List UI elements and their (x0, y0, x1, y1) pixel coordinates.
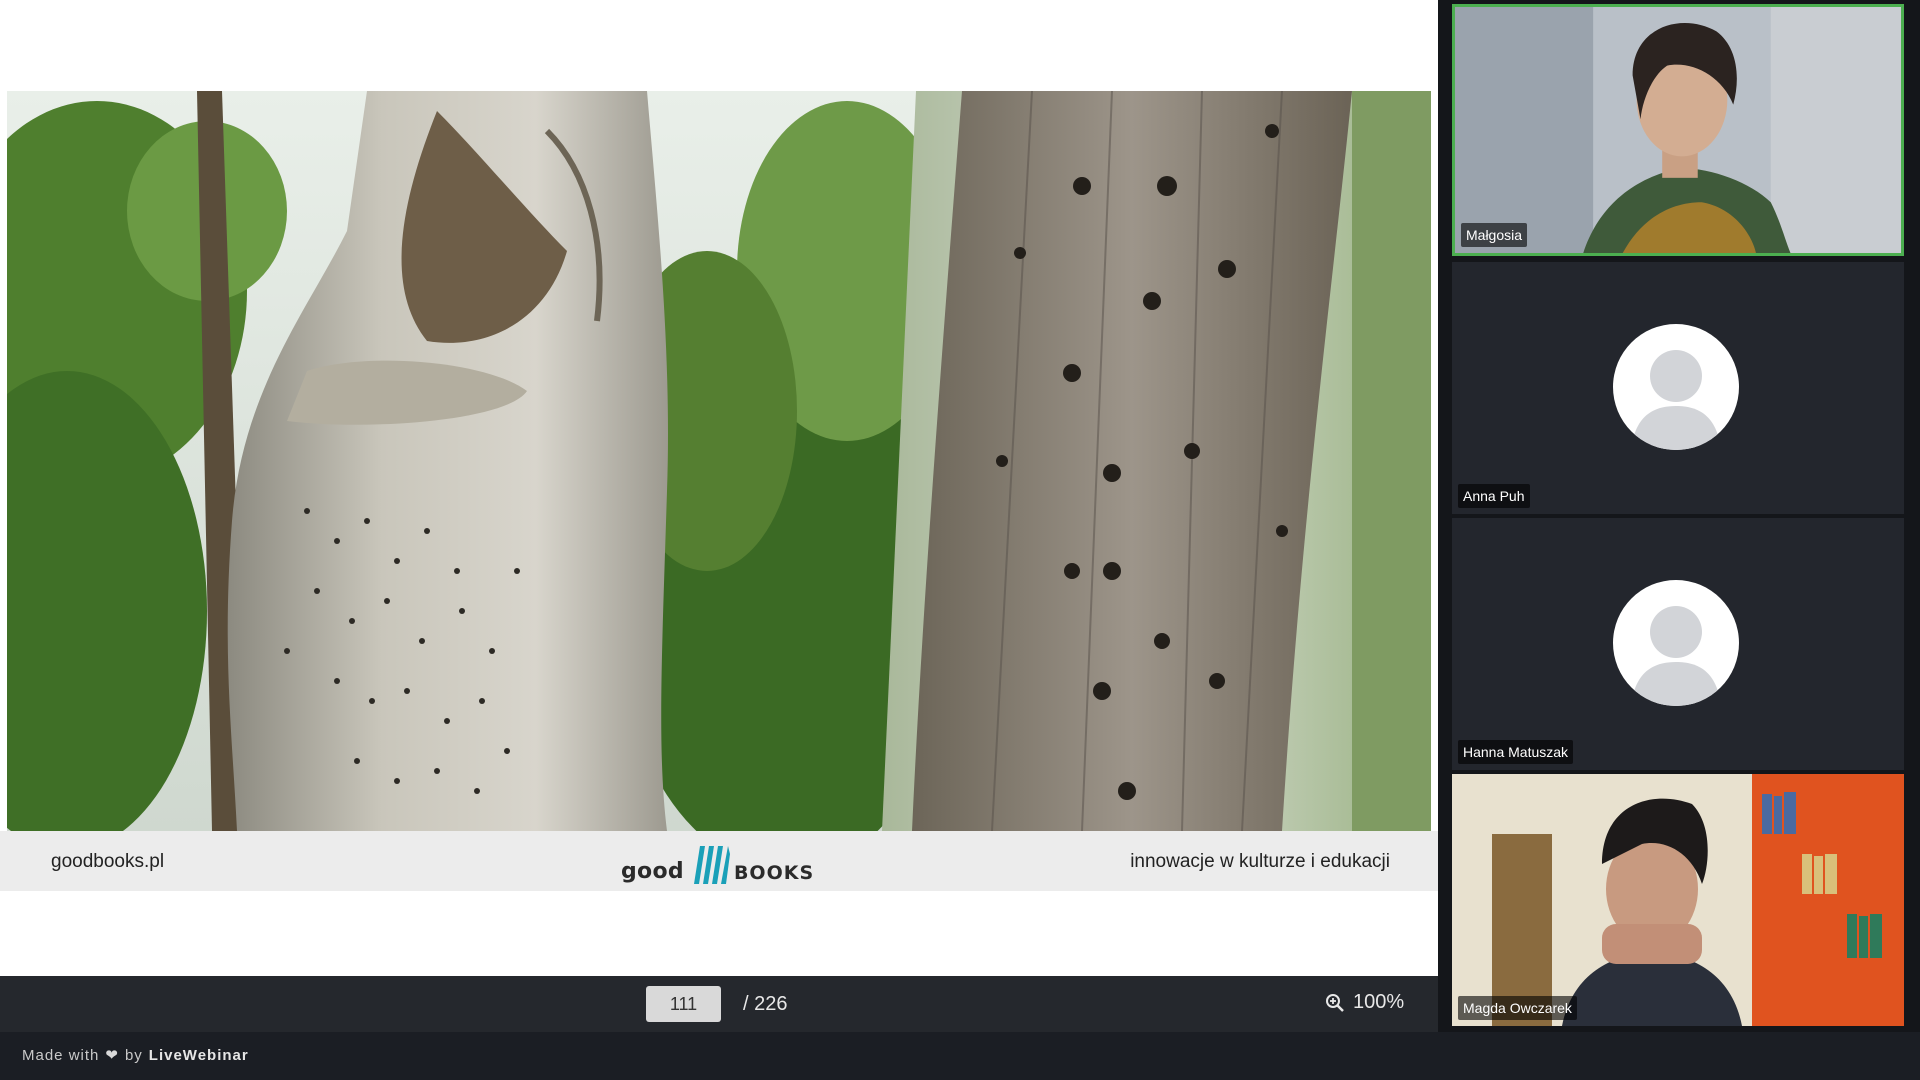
tree-photo-left (7, 91, 917, 831)
participant-tile-anna-puh[interactable]: Anna Puh (1452, 262, 1904, 514)
page-number-input[interactable] (646, 986, 721, 1022)
page-total: / 226 (743, 993, 788, 1015)
zoom-control[interactable]: 100% (1325, 991, 1404, 1014)
slide-footer: goodbooks.pl good BOOKS innowacje w kult… (0, 831, 1438, 891)
credit-by: by (124, 1046, 143, 1064)
participant-name: Hanna Matuszak (1458, 740, 1574, 764)
zoom-level: 100% (1353, 991, 1405, 1013)
credit-bar: Made with ❤ by LiveWebinar (0, 1032, 1920, 1080)
participant-video (1455, 7, 1901, 253)
zoom-in-icon[interactable] (1325, 993, 1345, 1013)
participant-tile-hanna-matuszak[interactable]: Hanna Matuszak (1452, 518, 1904, 770)
user-placeholder-icon (1613, 324, 1739, 450)
credit-brand: LiveWebinar (148, 1046, 249, 1064)
presentation-slide: goodbooks.pl good BOOKS innowacje w kult… (0, 0, 1438, 976)
footer-website: goodbooks.pl (51, 851, 165, 872)
participant-tile-malgosia[interactable]: Małgosia (1452, 4, 1904, 256)
heart-icon: ❤ (105, 1047, 119, 1064)
webinar-app: goodbooks.pl good BOOKS innowacje w kult… (0, 0, 1920, 1080)
participant-name: Anna Puh (1458, 484, 1530, 508)
made-with-credit[interactable]: Made with ❤ by LiveWebinar (22, 1046, 249, 1065)
user-placeholder-icon (1613, 580, 1739, 706)
goodbooks-logo: good BOOKS (621, 840, 814, 884)
participant-video (1452, 774, 1904, 1026)
credit-prefix: Made with (22, 1046, 100, 1064)
participants-video-panel: Małgosia Anna Puh Hanna Matuszak Magda O… (1438, 0, 1920, 1032)
participant-tile-magda-owczarek[interactable]: Magda Owczarek (1452, 774, 1904, 1026)
logo-word-good: good (621, 859, 684, 884)
logo-bars-icon (693, 846, 730, 884)
slide-pager-bar: / 226 100% (0, 976, 1438, 1032)
logo-word-books: BOOKS (733, 862, 815, 884)
footer-tagline: innowacje w kulturze i edukacji (1130, 851, 1390, 872)
tree-photo-right (882, 91, 1431, 831)
participant-name: Małgosia (1461, 223, 1528, 247)
participant-name: Magda Owczarek (1458, 996, 1577, 1020)
